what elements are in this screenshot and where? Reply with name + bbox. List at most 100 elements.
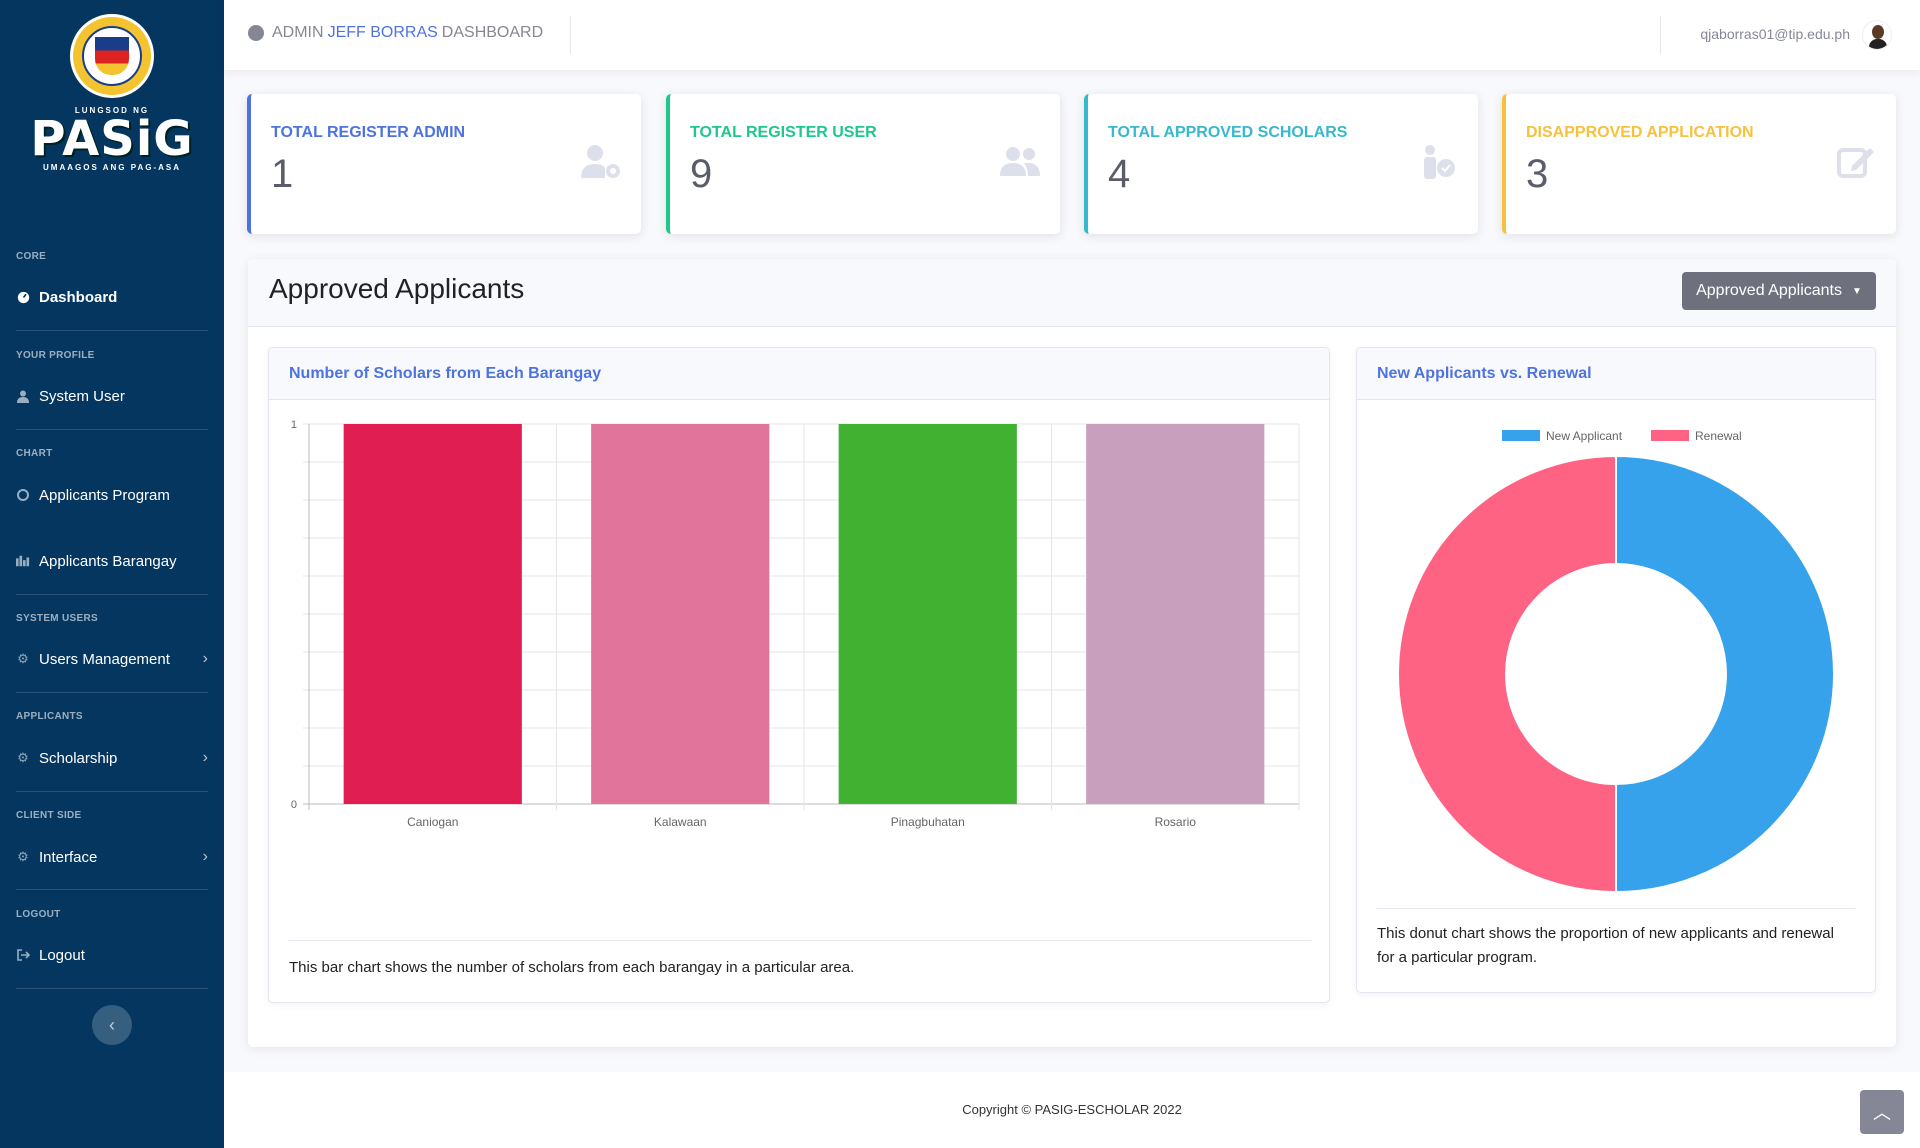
sidebar-item-interface[interactable]: ⚙ Interface › xyxy=(0,842,224,872)
bar-kalawaan xyxy=(591,424,770,804)
bar-caniogan xyxy=(343,424,522,804)
legend-swatch xyxy=(1502,430,1540,441)
title-prefix: ADMIN xyxy=(272,24,324,41)
stat-card-disapproved: DISAPPROVED APPLICATION 3 xyxy=(1502,94,1896,234)
scroll-to-top-button[interactable]: ︿ xyxy=(1860,1090,1904,1134)
sidebar-item-label: Applicants Barangay xyxy=(39,552,177,570)
sidebar-item-label: Logout xyxy=(39,946,85,964)
sidebar-divider xyxy=(16,594,208,595)
legend-label: New Applicant xyxy=(1546,429,1623,443)
donut-chart-description: This donut chart shows the proportion of… xyxy=(1377,925,1834,966)
nav-heading-core: CORE xyxy=(16,251,47,262)
sidebar-item-logout[interactable]: Logout xyxy=(0,940,224,970)
nav-heading-logout: LOGOUT xyxy=(16,909,61,920)
sidebar-divider xyxy=(16,791,208,792)
panel-title: Approved Applicants xyxy=(269,273,525,304)
nav-heading-profile: YOUR PROFILE xyxy=(16,350,95,361)
chart-bar-icon xyxy=(16,554,30,568)
x-tick-label: Rosario xyxy=(1155,815,1197,829)
sidebar-divider xyxy=(16,330,208,331)
nav-heading-chart: CHART xyxy=(16,448,53,459)
user-icon xyxy=(16,389,30,403)
stat-value: 1 xyxy=(271,152,294,196)
cog-icon: ⚙ xyxy=(17,750,29,765)
user-check-icon xyxy=(1424,145,1455,179)
user-email[interactable]: qjaborras01@tip.edu.ph xyxy=(1700,26,1850,42)
nav-heading-system-users: SYSTEM USERS xyxy=(16,613,98,624)
bar-chart: 0 1 Caniogan Kalawaan Pinagbuhatan Rosario xyxy=(291,419,1300,829)
donut-chart-title: New Applicants vs. Renewal xyxy=(1357,348,1875,400)
caret-down-icon: ▼ xyxy=(1851,285,1862,297)
pasig-logo[interactable]: LUNGSOD NG PASiG UMAAGOS ANG PAG-ASA xyxy=(0,0,224,215)
chart-pie-icon xyxy=(16,488,30,502)
nav-heading-applicants: APPLICANTS xyxy=(16,711,83,722)
users-icon xyxy=(1000,147,1040,176)
user-cog-icon xyxy=(581,145,620,178)
topbar: ADMIN JEFF BORRAS DASHBOARD qjaborras01@… xyxy=(224,0,1920,70)
stat-label: TOTAL REGISTER ADMIN xyxy=(271,124,466,141)
y-tick-label: 1 xyxy=(291,419,297,431)
donut-slice-new-applicant xyxy=(1615,454,1835,894)
edit-icon xyxy=(1837,148,1874,178)
copyright-text: Copyright © PASIG-ESCHOLAR 2022 xyxy=(962,1102,1182,1117)
chevron-right-icon: › xyxy=(202,848,208,865)
sidebar-item-label: Scholarship xyxy=(39,749,118,767)
sidebar-item-system-user[interactable]: System User xyxy=(0,381,224,411)
bar-chart-title: Number of Scholars from Each Barangay xyxy=(269,348,1329,400)
stat-value: 3 xyxy=(1526,152,1549,196)
stat-label: DISAPPROVED APPLICATION xyxy=(1526,124,1754,141)
topbar-divider xyxy=(570,16,571,54)
topbar-divider xyxy=(1660,16,1661,54)
donut-card-divider xyxy=(1377,908,1855,909)
dropdown-label: Approved Applicants xyxy=(1696,282,1842,299)
footer: Copyright © PASIG-ESCHOLAR 2022 xyxy=(224,1072,1920,1148)
logo-tagline: UMAAGOS ANG PAG-ASA xyxy=(43,163,181,172)
chevron-left-icon: ‹ xyxy=(109,1014,115,1035)
x-tick-label: Pinagbuhatan xyxy=(891,815,965,829)
sidebar-item-scholarship[interactable]: ⚙ Scholarship › xyxy=(0,743,224,773)
panel-header: Approved Applicants Approved Applicants … xyxy=(248,259,1896,327)
sidebar-toggle-button[interactable]: ‹ xyxy=(92,1005,132,1045)
sidebar-divider xyxy=(16,429,208,430)
chevron-up-icon: ︿ xyxy=(1873,1103,1891,1123)
sidebar-item-users-management[interactable]: ⚙ Users Management › xyxy=(0,644,224,674)
logo-main-text: PASiG xyxy=(30,111,194,167)
avatar[interactable] xyxy=(1862,20,1892,50)
legend-label: Renewal xyxy=(1695,429,1742,443)
stat-card-admin: TOTAL REGISTER ADMIN 1 xyxy=(247,94,641,234)
approved-applicants-panel: Approved Applicants Approved Applicants … xyxy=(248,259,1896,1047)
legend-swatch xyxy=(1651,430,1689,441)
cog-icon: ⚙ xyxy=(17,651,29,666)
bar-rosario xyxy=(1086,424,1265,804)
bar-pinagbuhatan xyxy=(838,424,1017,804)
approved-applicants-dropdown[interactable]: Approved Applicants ▼ xyxy=(1682,272,1876,310)
bar-chart-card: Number of Scholars from Each Barangay 0 1… xyxy=(268,347,1330,1003)
bar-card-divider xyxy=(289,940,1311,941)
stat-value: 4 xyxy=(1108,152,1131,196)
page-title: ADMIN JEFF BORRAS DASHBOARD xyxy=(248,24,543,42)
sidebar-divider xyxy=(16,889,208,890)
stat-value: 9 xyxy=(690,152,713,196)
sidebar-item-applicants-barangay[interactable]: Applicants Barangay xyxy=(0,546,224,576)
pasig-seal-icon xyxy=(70,14,154,98)
chevron-right-icon: › xyxy=(202,749,208,766)
user-circle-icon xyxy=(248,25,264,41)
donut-chart-card: New Applicants vs. Renewal New Applicant… xyxy=(1356,347,1876,993)
sidebar: LUNGSOD NG PASiG UMAAGOS ANG PAG-ASA COR… xyxy=(0,0,224,1148)
nav-heading-client-side: CLIENT SIDE xyxy=(16,810,82,821)
admin-name: JEFF BORRAS xyxy=(327,24,438,41)
stat-label: TOTAL APPROVED SCHOLARS xyxy=(1108,124,1348,141)
sidebar-item-applicants-program[interactable]: Applicants Program xyxy=(0,480,224,510)
x-tick-label: Caniogan xyxy=(407,815,458,829)
stat-card-approved: TOTAL APPROVED SCHOLARS 4 xyxy=(1084,94,1478,234)
chevron-right-icon: › xyxy=(202,650,208,667)
cog-icon: ⚙ xyxy=(17,849,29,864)
y-tick-label: 0 xyxy=(291,799,297,811)
sidebar-item-label: Applicants Program xyxy=(39,486,170,504)
sidebar-item-dashboard[interactable]: Dashboard xyxy=(0,282,224,312)
tachometer-icon xyxy=(16,290,30,304)
bar-chart-description: This bar chart shows the number of schol… xyxy=(289,959,855,976)
title-suffix: DASHBOARD xyxy=(441,24,544,41)
stat-label: TOTAL REGISTER USER xyxy=(690,124,877,141)
donut-slice-renewal xyxy=(1397,454,1617,894)
